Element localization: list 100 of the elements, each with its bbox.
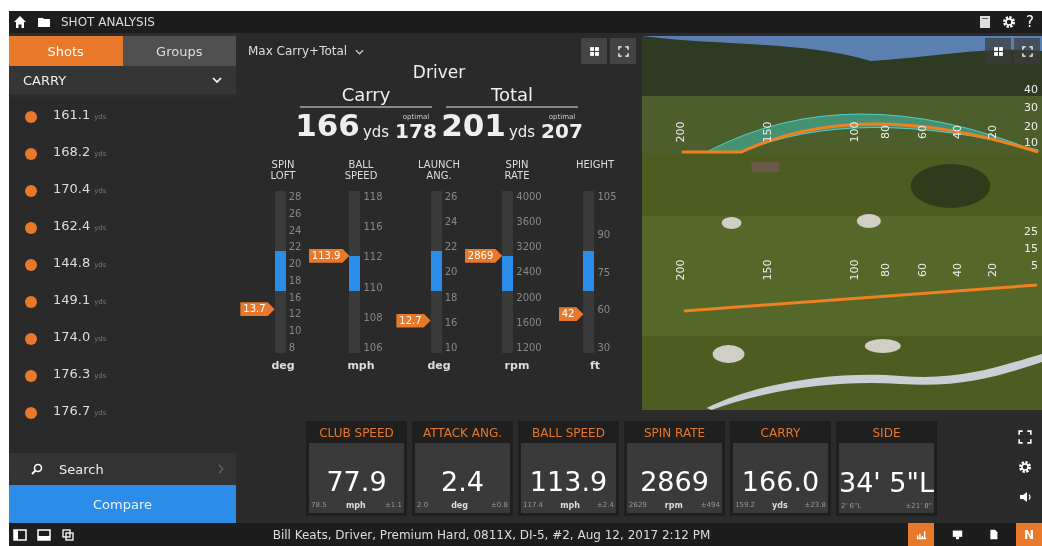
scale-label: 106 bbox=[363, 341, 383, 353]
grid-icon bbox=[588, 45, 600, 57]
help-button[interactable]: ? bbox=[1026, 13, 1034, 31]
grid-view-button[interactable] bbox=[581, 38, 607, 64]
scale-label: 28 bbox=[288, 191, 302, 202]
optimal-value: 207 bbox=[541, 121, 583, 141]
optimal-value: 178 bbox=[395, 121, 437, 141]
result-unit: yds bbox=[508, 123, 536, 141]
tile-unit: mph bbox=[345, 501, 366, 510]
scale-label: 24 bbox=[288, 224, 302, 236]
tile-unit: yds bbox=[771, 501, 788, 510]
distance-label: 20 bbox=[987, 125, 999, 139]
distance-label: 80 bbox=[880, 125, 892, 139]
distance-label: 60 bbox=[917, 125, 929, 139]
scale-label: 16 bbox=[288, 291, 302, 303]
fullscreen-icon[interactable] bbox=[1018, 429, 1032, 444]
distance-label: 40 bbox=[952, 125, 964, 139]
gauge-unit: deg bbox=[271, 359, 295, 372]
fullscreen-button[interactable] bbox=[1014, 38, 1040, 64]
scale-label: 18 bbox=[444, 291, 458, 303]
scale-label: 60 bbox=[597, 304, 612, 316]
sidebar-tab[interactable]: Groups bbox=[122, 36, 236, 66]
scale-label: 20 bbox=[444, 266, 458, 278]
scale-label: 26 bbox=[444, 191, 458, 202]
scale-label: 30 bbox=[597, 342, 612, 353]
distance-label: 200 bbox=[674, 259, 687, 281]
tile-unit: mph bbox=[560, 501, 580, 510]
fullscreen-icon bbox=[1021, 45, 1033, 57]
height-label: 30 bbox=[1024, 102, 1038, 114]
folder-icon[interactable] bbox=[37, 15, 51, 29]
distance-label: 20 bbox=[987, 263, 999, 277]
scale-label: 3600 bbox=[516, 216, 542, 228]
scale-label: 1200 bbox=[516, 341, 542, 353]
offset-label: 15 bbox=[1024, 243, 1038, 255]
gauge-unit: rpm bbox=[504, 359, 530, 372]
panel-bottom-icon[interactable] bbox=[37, 527, 51, 542]
panel-left-icon[interactable] bbox=[13, 527, 27, 542]
tile-unit: deg bbox=[451, 501, 468, 510]
scale-label: 90 bbox=[597, 228, 612, 240]
gauge-label: LAUNCH ANG. bbox=[418, 159, 460, 183]
scale-label: 118 bbox=[363, 191, 383, 202]
scale-label: 22 bbox=[288, 241, 302, 253]
tile-value: 34' 5"L bbox=[839, 467, 934, 498]
gauge-label: HEIGHT bbox=[575, 159, 615, 172]
fullscreen-button[interactable] bbox=[610, 38, 636, 64]
distance-label: 150 bbox=[761, 121, 774, 143]
result-value: 166 bbox=[295, 110, 360, 141]
scale-label: 4000 bbox=[516, 191, 542, 202]
home-icon[interactable] bbox=[13, 15, 27, 29]
chart-button[interactable] bbox=[908, 523, 934, 546]
metric-dropdown[interactable]: CARRY bbox=[9, 66, 236, 94]
distance-label: 40 bbox=[952, 263, 964, 277]
search-field[interactable]: Search bbox=[9, 453, 236, 485]
distance-label: 150 bbox=[761, 259, 774, 281]
distance-label: 100 bbox=[848, 121, 861, 143]
result-unit: yds bbox=[362, 123, 390, 141]
windows-icon[interactable] bbox=[61, 527, 75, 542]
scale-label: 10 bbox=[288, 325, 302, 337]
scale-label: 1600 bbox=[516, 316, 542, 328]
gauge-unit: mph bbox=[347, 359, 375, 372]
grid-view-button[interactable] bbox=[985, 38, 1011, 64]
scale-label: 116 bbox=[363, 221, 383, 233]
value-marker: 13.7 bbox=[240, 302, 275, 317]
tile-value: 2.4 bbox=[440, 466, 485, 497]
result-label: Carry bbox=[300, 84, 432, 108]
tile-value: 113.9 bbox=[528, 466, 609, 497]
gauge-label: BALL SPEED bbox=[344, 159, 378, 183]
chevron-icon bbox=[212, 77, 222, 83]
offset-label: 5 bbox=[1031, 260, 1038, 272]
tile-value: 2869 bbox=[639, 466, 710, 497]
chevron-icon bbox=[218, 464, 224, 474]
scale-label: 3200 bbox=[516, 241, 542, 253]
monitor-icon bbox=[951, 529, 963, 540]
speaker-icon[interactable] bbox=[1018, 489, 1032, 504]
book-icon[interactable] bbox=[978, 15, 993, 29]
scale-label: 2000 bbox=[516, 291, 542, 303]
bar-chart-icon bbox=[915, 529, 927, 540]
value-marker: 2869 bbox=[464, 248, 503, 263]
distance-label: 80 bbox=[880, 263, 892, 277]
settings-icon[interactable] bbox=[1002, 15, 1017, 29]
scale-label: 8 bbox=[288, 341, 296, 353]
chevron-icon bbox=[355, 48, 364, 55]
tile-title: SIDE bbox=[871, 425, 902, 442]
tile-title: CARRY bbox=[759, 425, 802, 442]
value-marker: 12.7 bbox=[396, 313, 431, 328]
tile-unit: rpm bbox=[664, 501, 683, 510]
value-marker: 113.9 bbox=[308, 248, 350, 263]
search-icon bbox=[31, 463, 43, 475]
document-icon bbox=[987, 529, 999, 540]
result-label: Total bbox=[446, 84, 578, 108]
distance-label: 200 bbox=[674, 121, 687, 143]
grid-icon bbox=[992, 45, 1004, 57]
club-title: Driver bbox=[411, 62, 467, 82]
gauge-unit: deg bbox=[427, 359, 451, 372]
settings-icon[interactable] bbox=[1018, 459, 1032, 474]
result-value: 201 bbox=[441, 110, 506, 141]
scale-label: 22 bbox=[444, 241, 458, 253]
distance-label: 100 bbox=[848, 259, 861, 281]
scale-label: 112 bbox=[363, 251, 383, 263]
height-label: 40 bbox=[1024, 84, 1038, 96]
